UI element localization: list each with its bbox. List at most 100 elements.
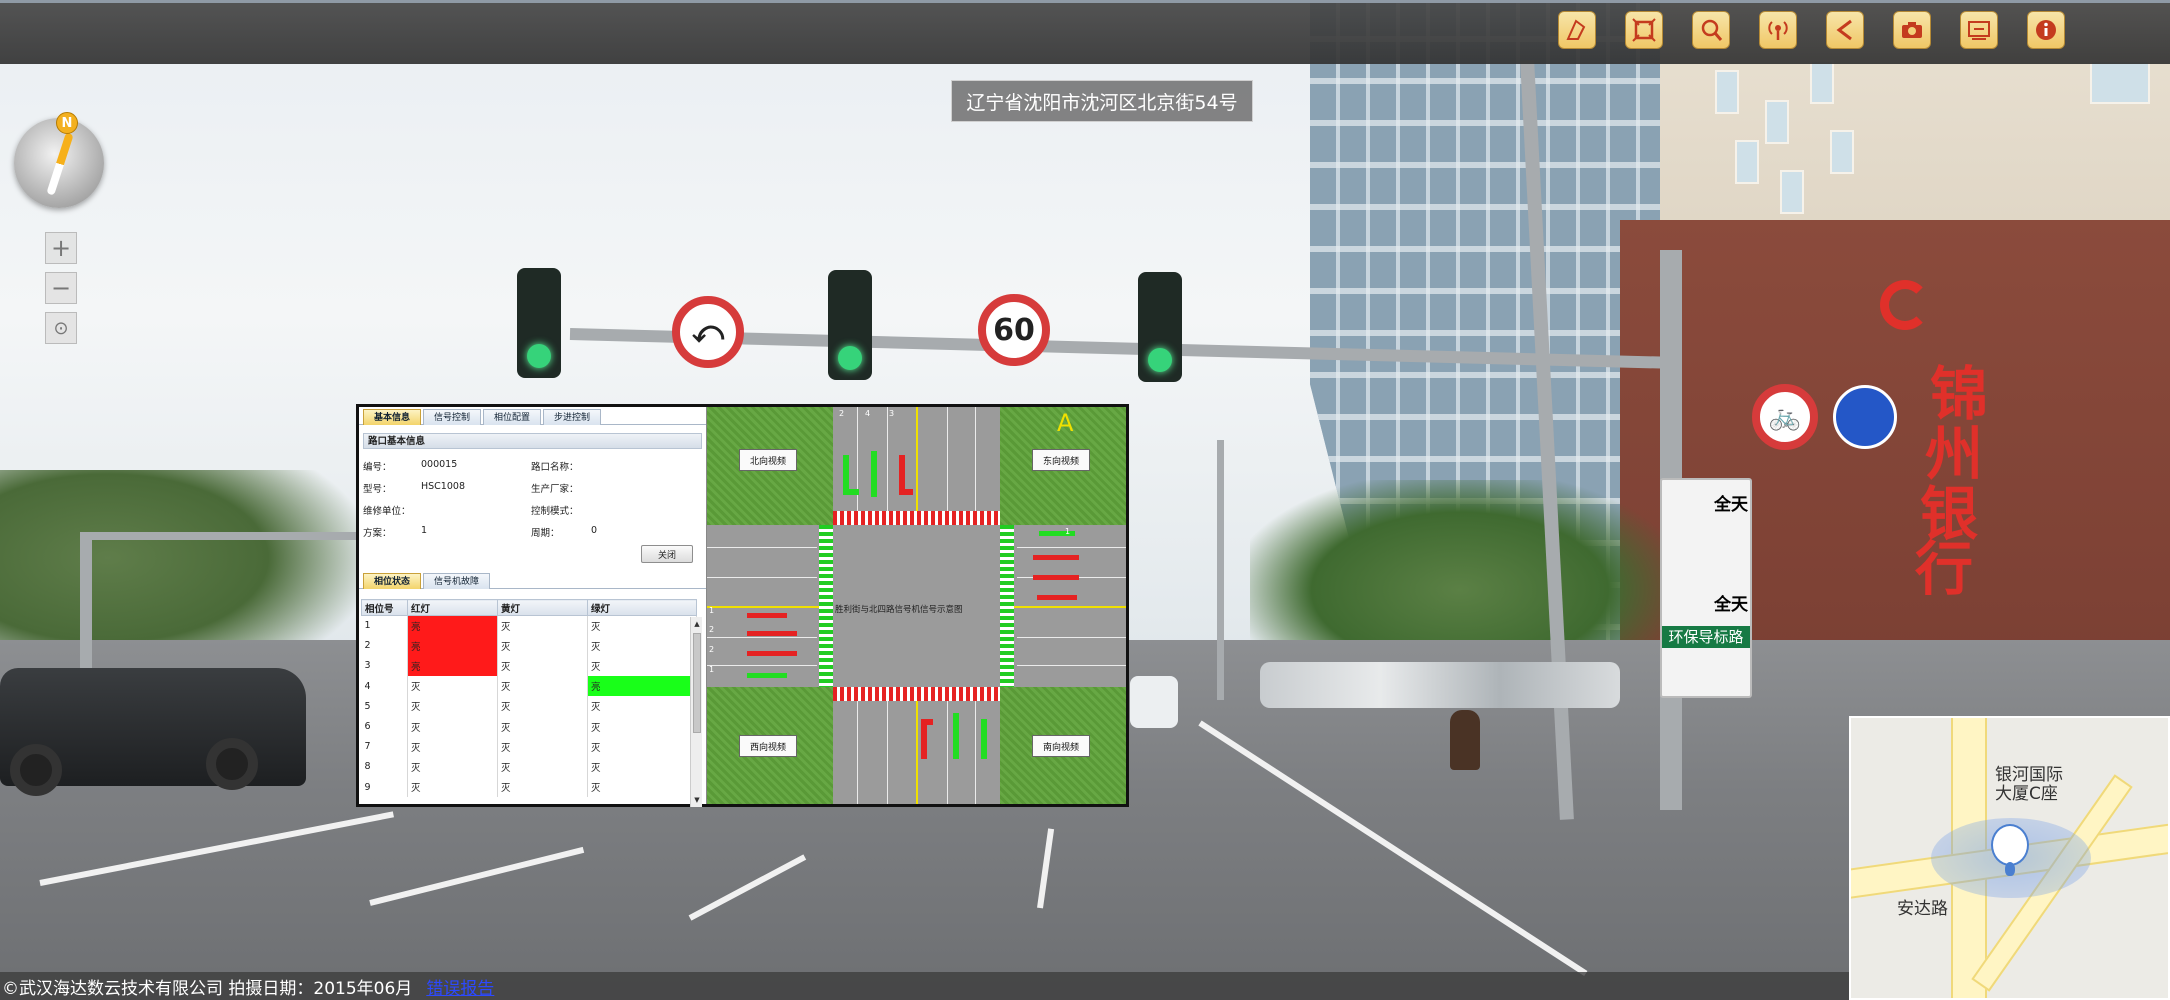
south-video-button[interactable]: 南向视频 xyxy=(1032,735,1090,757)
table-row[interactable]: 7灭灭灭 xyxy=(361,736,697,757)
green-light-state: 灭 xyxy=(587,696,697,717)
north-arrow-mark: A xyxy=(1057,409,1074,437)
fullscreen-icon[interactable] xyxy=(1625,11,1663,49)
white-car xyxy=(1130,676,1178,728)
bank-sign-char-1: 锦 xyxy=(1930,360,1989,428)
red-light-state: 亮 xyxy=(407,635,498,656)
north-video-button[interactable]: 北向视频 xyxy=(739,449,797,471)
west-video-button[interactable]: 西向视频 xyxy=(739,735,797,757)
table-scrollbar[interactable]: ▲ ▼ xyxy=(690,617,702,807)
col-red: 红灯 xyxy=(407,599,498,616)
green-light-state: 灭 xyxy=(587,756,697,777)
table-row[interactable]: 8灭灭灭 xyxy=(361,756,697,777)
green-light-state: 灭 xyxy=(587,615,697,636)
green-light-state: 灭 xyxy=(587,716,697,737)
control-mode-label: 控制模式： xyxy=(531,506,579,517)
yellow-light-state: 灭 xyxy=(497,696,588,717)
error-report-link[interactable]: 错误报告 xyxy=(426,974,494,999)
tab-step-control[interactable]: 步进控制 xyxy=(543,409,602,425)
signal-control-panel: 基本信息 信号控制 相位配置 步进控制 路口基本信息 编号： 000015 路口… xyxy=(356,404,1129,807)
all-day-label-2: 全天 xyxy=(1714,595,1748,615)
number-label: 编号： xyxy=(363,462,392,473)
yellow-light-state: 灭 xyxy=(497,756,588,777)
tab-signal-fault[interactable]: 信号机故障 xyxy=(423,573,491,589)
status-tabs: 相位状态 信号机故障 xyxy=(359,571,706,589)
maintenance-value xyxy=(421,503,531,517)
table-row[interactable]: 6灭灭灭 xyxy=(361,716,697,737)
table-row[interactable]: 2亮灭灭 xyxy=(361,635,697,656)
table-row[interactable]: 1亮灭灭 xyxy=(361,615,697,636)
bank-sign xyxy=(1880,280,1930,344)
manufacturer-label: 生产厂家： xyxy=(531,484,579,495)
yellow-light-state: 灭 xyxy=(497,736,588,757)
settings-panel-icon[interactable] xyxy=(1960,11,1998,49)
lane-num-right-1: 1 xyxy=(1065,527,1071,536)
plan-label: 方案： xyxy=(363,528,392,539)
red-light-state: 灭 xyxy=(407,676,498,697)
lane-num-top-3: 3 xyxy=(889,409,895,418)
lane-num-left-1: 1 xyxy=(709,606,715,615)
west-arrows xyxy=(747,613,787,618)
red-light-state: 灭 xyxy=(407,736,498,757)
phase-number: 1 xyxy=(361,615,408,636)
tab-basic-info[interactable]: 基本信息 xyxy=(363,409,422,425)
phase-number: 2 xyxy=(361,635,408,656)
current-position-icon xyxy=(1991,824,2029,876)
copyright-text: ©武汉海达数云技术有限公司 拍摄日期：2015年06月 xyxy=(2,978,413,999)
tab-phase-status[interactable]: 相位状态 xyxy=(363,573,422,589)
col-yellow: 黄灯 xyxy=(497,599,588,616)
tab-phase-config[interactable]: 相位配置 xyxy=(483,409,542,425)
east-video-button[interactable]: 东向视频 xyxy=(1032,449,1090,471)
broadcast-icon[interactable] xyxy=(1759,11,1797,49)
info-icon[interactable] xyxy=(2027,11,2065,49)
red-light-state: 亮 xyxy=(407,655,498,677)
speed-limit-sign: 60 xyxy=(978,294,1050,366)
phase-status-table: 相位号 红灯 黄灯 绿灯 1亮灭灭2亮灭灭3亮灭灭4灭灭亮5灭灭灭6灭灭灭7灭灭… xyxy=(361,599,697,798)
scroll-thumb[interactable] xyxy=(693,633,701,733)
south-arrows xyxy=(921,719,927,759)
col-phase: 相位号 xyxy=(361,599,408,616)
tab-signal-control[interactable]: 信号控制 xyxy=(423,409,482,425)
scroll-up-icon[interactable]: ▲ xyxy=(692,619,702,629)
red-light-state: 灭 xyxy=(407,716,498,737)
table-row[interactable]: 4灭灭亮 xyxy=(361,676,697,697)
green-light-state: 灭 xyxy=(587,655,697,677)
minimap[interactable]: 银河国际 大厦C座 安达路 xyxy=(1849,716,2170,1000)
cyclist xyxy=(1450,710,1480,770)
green-light-state: 灭 xyxy=(587,635,697,656)
scroll-down-icon[interactable]: ▼ xyxy=(692,795,702,805)
no-left-turn-sign: ⤺ xyxy=(672,296,744,368)
phase-number: 5 xyxy=(361,696,408,717)
table-row[interactable]: 3亮灭灭 xyxy=(361,655,697,677)
cycle-label: 周期： xyxy=(531,528,560,539)
phase-number: 8 xyxy=(361,756,408,777)
yellow-light-state: 灭 xyxy=(497,777,588,798)
phase-number: 4 xyxy=(361,676,408,697)
footer-bar: ©武汉海达数云技术有限公司 拍摄日期：2015年06月 错误报告 xyxy=(0,972,1849,1000)
camera-icon[interactable] xyxy=(1893,11,1931,49)
bank-sign-char-2: 州 xyxy=(1925,420,1984,488)
crosswalk-south xyxy=(833,687,1000,701)
traffic-light-1 xyxy=(517,268,561,378)
yellow-light-state: 灭 xyxy=(497,676,588,697)
table-row[interactable]: 5灭灭灭 xyxy=(361,696,697,717)
share-icon[interactable] xyxy=(1826,11,1864,49)
table-row[interactable]: 9灭灭灭 xyxy=(361,777,697,798)
zoom-in-button[interactable]: + xyxy=(45,232,77,264)
yellow-light-state: 灭 xyxy=(497,615,588,636)
traffic-light-2 xyxy=(828,270,872,380)
diagram-caption: 胜利街与北四路信号机信号示意图 xyxy=(835,605,963,615)
reset-view-button[interactable]: ⊙ xyxy=(45,312,77,344)
model-value: HSC1008 xyxy=(421,481,465,492)
yellow-light-state: 灭 xyxy=(497,635,588,656)
close-button[interactable]: 关闭 xyxy=(641,545,693,563)
phase-number: 3 xyxy=(361,655,408,677)
green-light-state: 灭 xyxy=(587,736,697,757)
measure-icon[interactable] xyxy=(1558,11,1596,49)
yellow-light-state: 灭 xyxy=(497,655,588,677)
search-zoom-icon[interactable] xyxy=(1692,11,1730,49)
zoom-out-button[interactable]: − xyxy=(45,272,77,304)
location-address: 辽宁省沈阳市沈河区北京街54号 xyxy=(951,80,1253,122)
red-light-state: 亮 xyxy=(407,615,498,636)
model-label: 型号： xyxy=(363,484,392,495)
